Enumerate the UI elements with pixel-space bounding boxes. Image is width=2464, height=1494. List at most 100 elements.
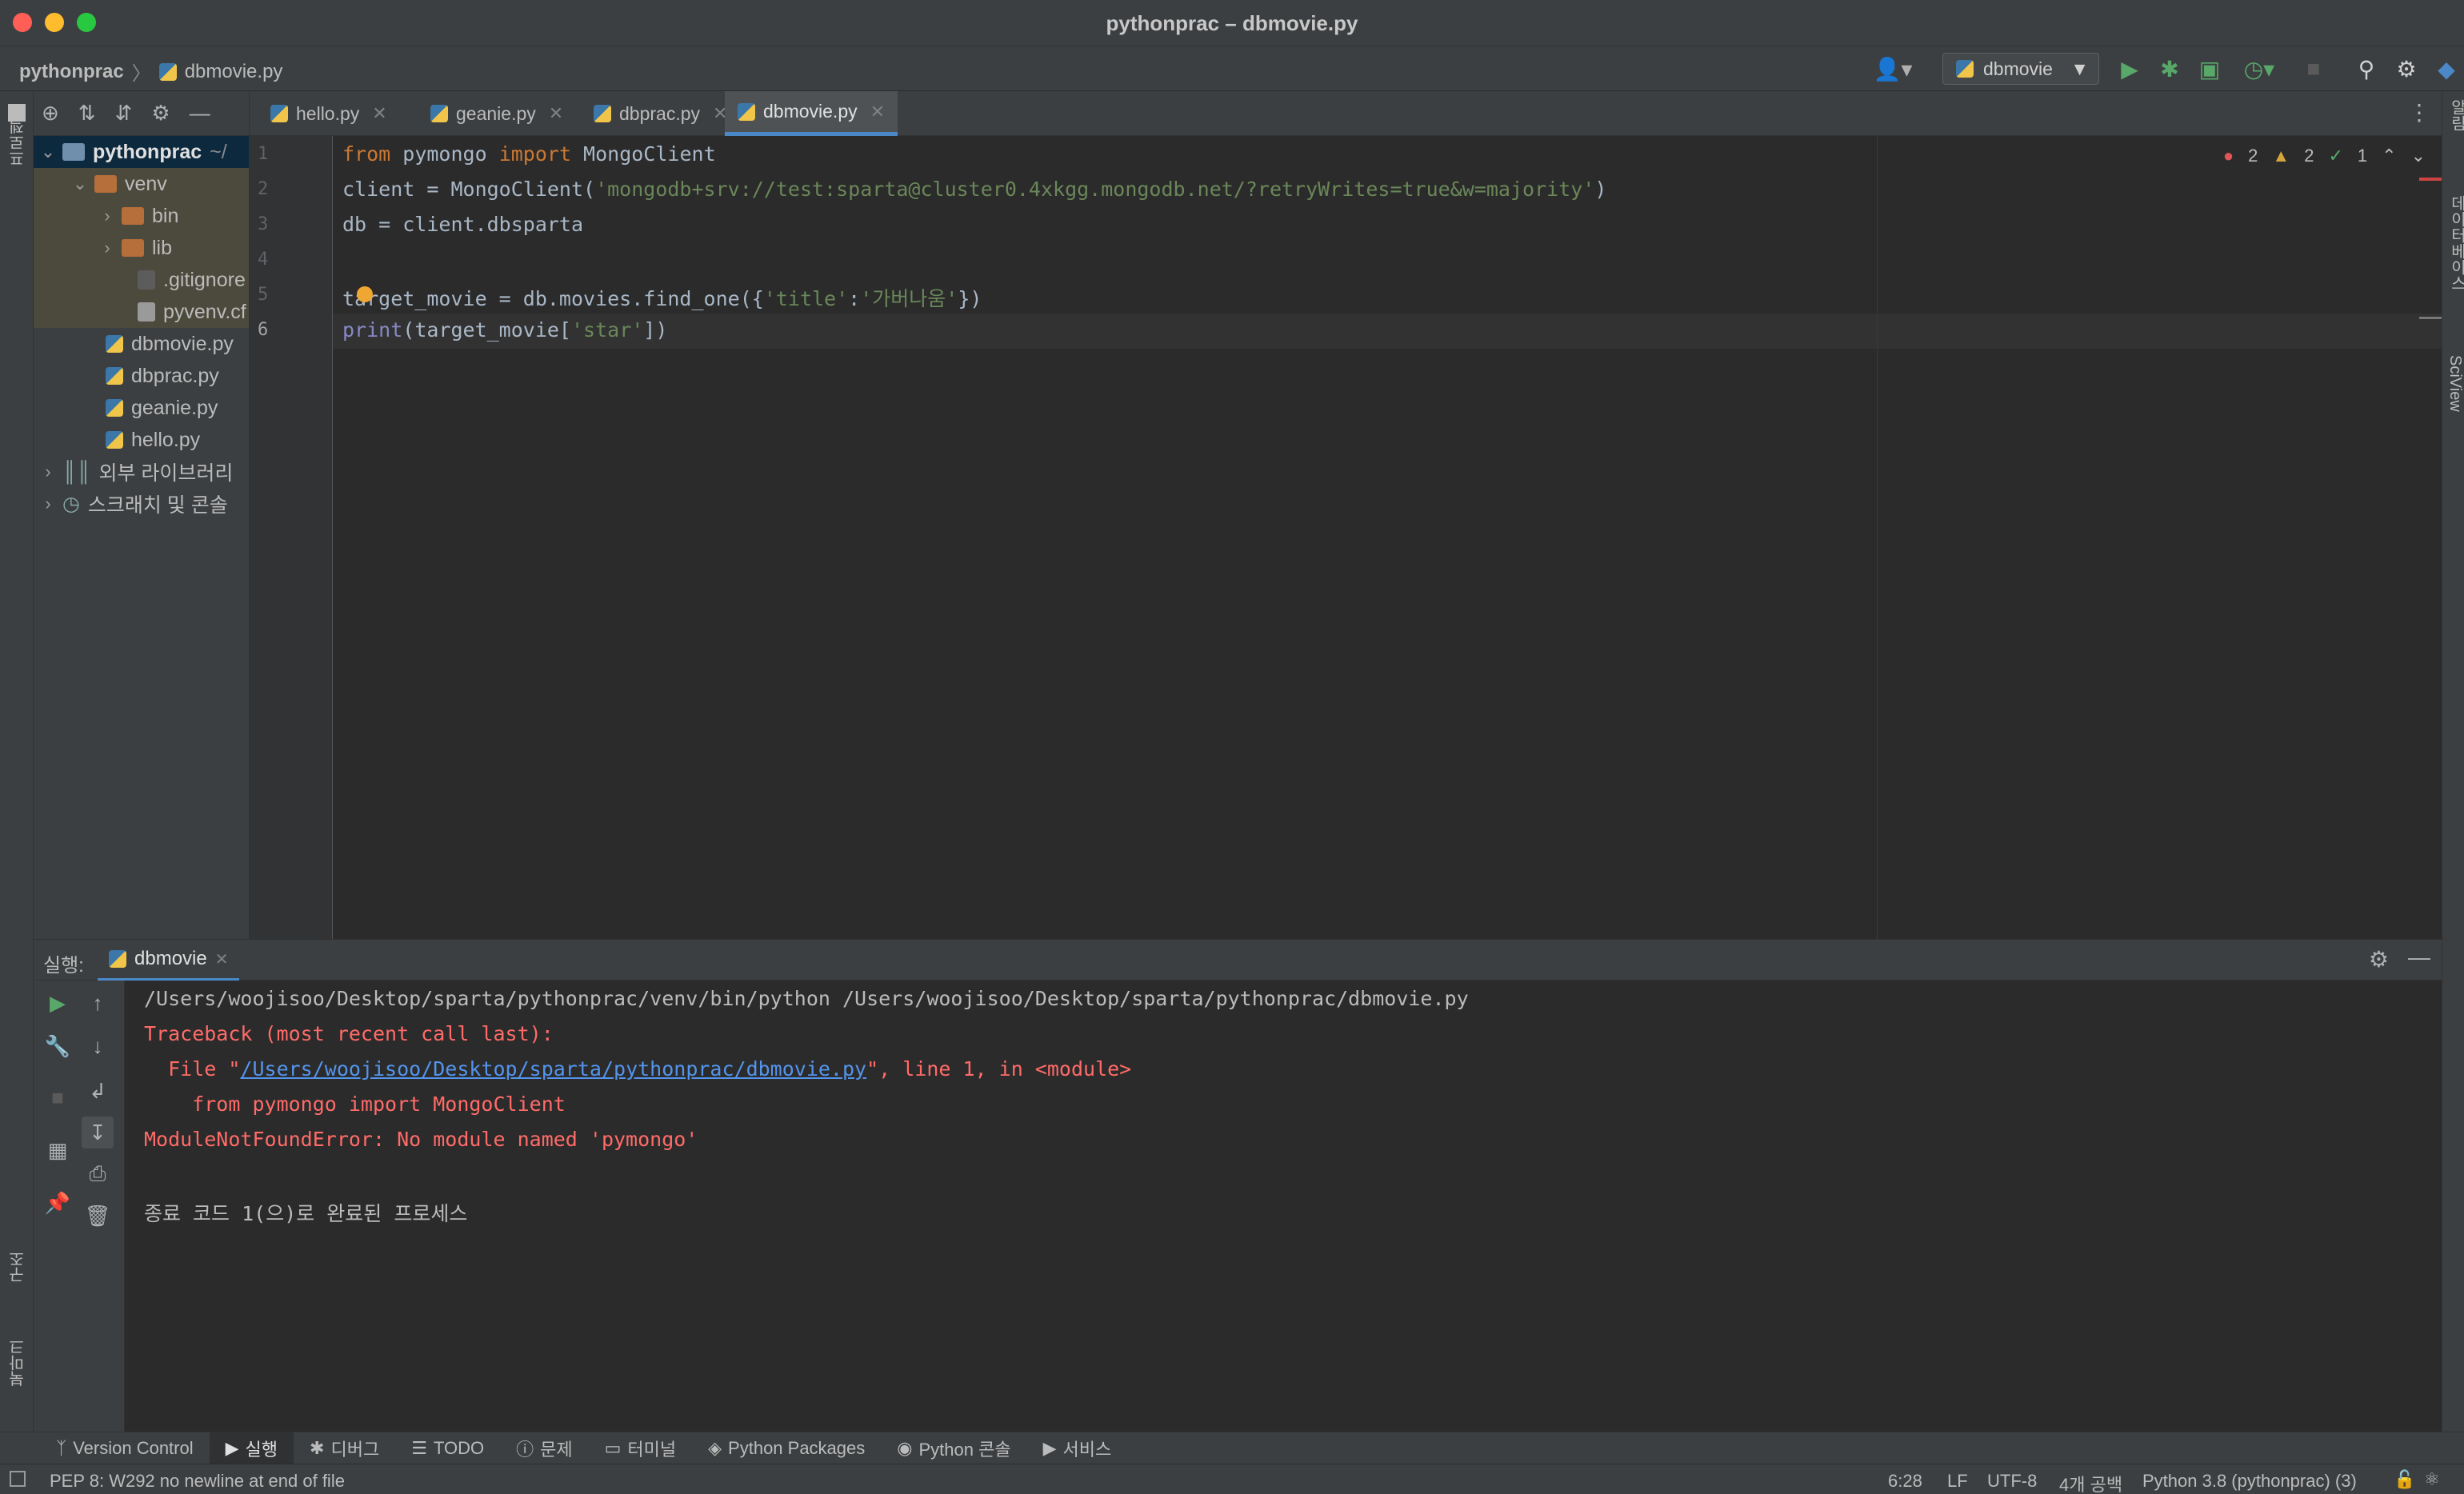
more-options-icon[interactable]: ⋮ [2408, 99, 2430, 126]
chevron-down-icon: ⌄ [72, 174, 88, 194]
expand-all-icon[interactable]: ⇅ [78, 101, 96, 126]
database-tool-label[interactable]: 데이터베이스 [2446, 195, 2464, 291]
python-file-icon [106, 399, 123, 417]
hide-icon[interactable]: — [190, 101, 210, 126]
left-tool-stripe: 프로젝트 구조 북마크 [0, 91, 34, 1432]
scroll-to-end-icon[interactable]: ↧ [82, 1117, 114, 1148]
chevron-up-icon[interactable]: ⌃ [2382, 146, 2396, 166]
breadcrumb-project[interactable]: pythonprac [19, 61, 124, 83]
layout-icon[interactable]: ▦ [42, 1134, 74, 1166]
caret-position[interactable]: 6:28 [1888, 1471, 1922, 1492]
tree-item-scratches[interactable]: › ◷ 스크래치 및 콘솔 [34, 488, 249, 520]
close-icon[interactable]: ✕ [870, 102, 885, 122]
gear-icon[interactable]: ⚙ [2369, 946, 2389, 973]
soft-wrap-icon[interactable]: ↲ [82, 1075, 114, 1107]
chevron-right-icon: 〉 [131, 63, 151, 85]
line-separator[interactable]: LF [1947, 1471, 1968, 1492]
collapse-all-icon[interactable]: ⇵ [115, 101, 133, 126]
run-console[interactable]: /Users/woojisoo/Desktop/sparta/pythonpra… [125, 981, 2442, 1432]
jetbrains-icon[interactable]: ◆ [2432, 54, 2461, 83]
tree-item-geanie[interactable]: geanie.py [34, 392, 249, 424]
tree-item-lib[interactable]: › lib [34, 232, 249, 264]
tool-debug[interactable]: ✱ 디버그 [294, 1432, 395, 1464]
wrench-icon[interactable]: 🔧 [42, 1030, 74, 1062]
close-icon[interactable]: ✕ [215, 949, 229, 969]
gear-icon[interactable]: ⚙ [151, 101, 170, 126]
tree-item-gitignore[interactable]: .gitignore [34, 264, 249, 296]
coverage-icon[interactable]: ▣ [2195, 54, 2224, 83]
stop-icon[interactable]: ■ [2299, 54, 2328, 83]
notification-icon[interactable]: ⚛ [2424, 1469, 2440, 1490]
search-icon[interactable]: ⚲ [2352, 54, 2381, 83]
error-stripe-marker[interactable] [2419, 178, 2442, 181]
tree-item-hello[interactable]: hello.py [34, 424, 249, 456]
chevron-down-icon: ⌄ [40, 142, 56, 162]
tool-terminal[interactable]: ▭ 터미널 [589, 1432, 693, 1464]
debug-icon[interactable]: ✱ [2155, 54, 2184, 83]
bookmarks-tool-label[interactable]: 북마크 [6, 1339, 30, 1387]
interpreter-selector[interactable]: Python 3.8 (pythonprac) (3) [2142, 1471, 2357, 1492]
close-icon[interactable]: ✕ [372, 103, 386, 124]
chevron-down-icon[interactable]: ⌄ [2411, 146, 2426, 166]
console-file-link[interactable]: /Users/woojisoo/Desktop/sparta/pythonpra… [240, 1057, 866, 1081]
tool-todo[interactable]: ☰ TODO [395, 1432, 500, 1464]
file-encoding[interactable]: UTF-8 [1987, 1471, 2037, 1492]
info-icon: ⓘ [516, 1439, 534, 1460]
run-config-selector[interactable]: dbmovie ▼ [1942, 53, 2099, 85]
tree-item-bin[interactable]: › bin [34, 200, 249, 232]
line-number: 4 [258, 250, 269, 270]
print-icon[interactable]: ⎙ [82, 1158, 114, 1190]
run-tab-dbmovie[interactable]: dbmovie ✕ [98, 940, 240, 981]
code-editor[interactable]: from pymongo import MongoClient client =… [333, 136, 2442, 939]
tool-version-control[interactable]: ᛉ Version Control [40, 1432, 210, 1464]
locate-icon[interactable]: ⊕ [42, 101, 59, 126]
run-icon[interactable]: ▶ [2115, 54, 2144, 83]
hide-icon[interactable]: — [2408, 945, 2430, 970]
scratch-icon: ◷ [62, 493, 80, 515]
tool-python-console[interactable]: ◉ Python 콘솔 [881, 1432, 1026, 1464]
breadcrumb-file[interactable]: dbmovie.py [185, 61, 283, 83]
console-source-line: from pymongo import MongoClient [144, 1093, 566, 1116]
arrow-up-icon[interactable]: ↑ [82, 987, 114, 1019]
lock-icon[interactable]: 🔓 [2394, 1469, 2415, 1490]
project-tool-label[interactable]: 프로젝트 [6, 102, 30, 166]
indent-setting[interactable]: 4개 공백 [2059, 1471, 2122, 1494]
tab-geanie[interactable]: geanie.py ✕ [418, 91, 576, 136]
status-bar: PEP 8: W292 no newline at end of file 6:… [0, 1464, 2464, 1494]
tree-item-venv[interactable]: ⌄ venv [34, 168, 249, 200]
intention-bulb-icon[interactable] [357, 286, 373, 302]
tool-services[interactable]: ▶ 서비스 [1027, 1432, 1128, 1464]
close-icon[interactable]: ✕ [549, 103, 563, 124]
layout-toggle-icon[interactable] [10, 1471, 26, 1487]
tab-hello[interactable]: hello.py ✕ [258, 91, 400, 136]
account-icon[interactable]: 👤▾ [1869, 54, 1917, 83]
trash-icon[interactable]: 🗑 [82, 1200, 114, 1232]
status-message: PEP 8: W292 no newline at end of file [50, 1471, 345, 1491]
gear-icon[interactable]: ⚙ [2392, 54, 2421, 83]
arrow-down-icon[interactable]: ↓ [82, 1030, 114, 1062]
line-number: 1 [258, 144, 269, 164]
profile-icon[interactable]: ◷▾ [2235, 54, 2283, 83]
notifications-tool-label[interactable]: 알림 [2446, 99, 2464, 131]
stop-icon[interactable]: ■ [42, 1081, 74, 1113]
tool-python-packages[interactable]: ◈ Python Packages [692, 1432, 881, 1464]
tree-item-external-libraries[interactable]: › ║║ 외부 라이브러리 [34, 456, 249, 488]
tool-run[interactable]: ▶ 실행 [209, 1432, 294, 1464]
code-line-2: client = MongoClient('mongodb+srv://test… [342, 178, 1607, 201]
line-number-gutter: 1 2 3 4 5 6 [250, 136, 333, 939]
warning-stripe-marker[interactable] [2419, 317, 2442, 319]
tree-item-dbmovie[interactable]: dbmovie.py [34, 328, 249, 360]
tree-item-pyvenv[interactable]: pyvenv.cf [34, 296, 249, 328]
inspection-widget[interactable]: ● 2 ▲ 2 ✓ 1 ⌃ ⌄ [2223, 146, 2426, 166]
tab-dbprac[interactable]: dbprac.py ✕ [581, 91, 740, 136]
tool-problems[interactable]: ⓘ 문제 [500, 1432, 589, 1464]
structure-tool-label[interactable]: 구조 [6, 1251, 30, 1283]
project-panel: ⊕ ⇅ ⇵ ⚙ — ⌄ pythonprac ~/ ⌄ venv › bin ›… [34, 91, 250, 939]
tab-dbmovie[interactable]: dbmovie.py ✕ [725, 91, 898, 136]
tree-item-dbprac[interactable]: dbprac.py [34, 360, 249, 392]
pin-icon[interactable]: 📌 [42, 1187, 74, 1219]
tree-item-root[interactable]: ⌄ pythonprac ~/ [34, 136, 249, 168]
file-icon [138, 270, 155, 290]
rerun-icon[interactable]: ▶ [42, 987, 74, 1019]
sciview-tool-label[interactable]: SciView [2446, 355, 2464, 412]
